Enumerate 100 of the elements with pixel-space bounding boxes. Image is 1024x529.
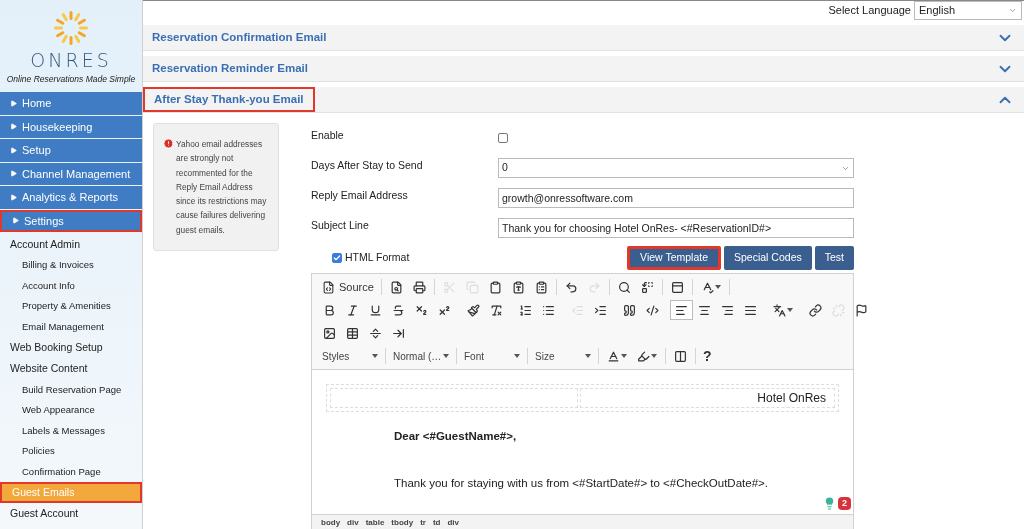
bullet-list-icon	[542, 303, 555, 317]
sidebar-sublink[interactable]: Billing & Invoices	[0, 255, 142, 276]
element-path-item[interactable]: tr	[420, 517, 426, 529]
brush-icon	[467, 303, 480, 317]
sidebar-link[interactable]: Account Admin	[0, 234, 142, 255]
caret-icon	[372, 354, 378, 358]
toolbar-dropdown[interactable]: Font	[460, 346, 524, 366]
sun-logo-icon	[53, 10, 89, 46]
element-path-item[interactable]: table	[365, 517, 385, 529]
replace-icon	[640, 280, 654, 294]
nav-menu-item[interactable]: Housekeeping	[0, 115, 142, 138]
caret-icon	[443, 354, 449, 358]
show-blocks-icon	[674, 349, 687, 363]
help-button[interactable]: ?	[699, 346, 716, 366]
element-path-item[interactable]: body	[321, 517, 341, 529]
language-icon	[773, 303, 786, 317]
flag-icon	[855, 303, 868, 317]
language-label: Select Language	[828, 3, 911, 19]
sidebar-link[interactable]: Website Content	[0, 358, 142, 380]
sidebar-sublink[interactable]: Build Reservation Page	[0, 379, 142, 400]
copy-icon	[465, 280, 479, 294]
toolbar-dropdown[interactable]: Styles	[318, 346, 382, 366]
sidebar-link[interactable]: Web Booking Setup	[0, 337, 142, 359]
align-center-icon	[698, 303, 711, 317]
sidebar-sublink[interactable]: Property & Amenities	[0, 296, 142, 317]
lightbulb-icon	[823, 496, 836, 510]
print-icon	[412, 280, 426, 294]
nav-menu-item[interactable]: Setup	[0, 139, 142, 162]
nav-menu-item[interactable]: Home	[0, 92, 142, 115]
enable-checkbox[interactable]	[498, 133, 508, 143]
bold-icon	[323, 303, 336, 317]
expand-arrow-icon	[10, 123, 17, 131]
sidebar-sublink[interactable]: Web Appearance	[0, 399, 142, 421]
chevron-down-icon	[1008, 6, 1017, 15]
numbered-list-icon	[519, 303, 532, 317]
field-label: Reply Email Address	[311, 188, 409, 204]
sidebar-sublink[interactable]: Account Info	[0, 275, 142, 297]
nav-menu-item[interactable]: Settings	[0, 209, 142, 232]
indent-icon	[594, 303, 607, 317]
toolbar-dropdown[interactable]: Normal (…	[389, 346, 453, 366]
logo-tagline: Online Reservations Made Simple	[6, 73, 136, 86]
days-select[interactable]: 0	[498, 158, 854, 178]
sidebar-sublink[interactable]: Policies	[0, 441, 142, 462]
caret-icon	[621, 354, 627, 358]
accordion-header[interactable]: After Stay Thank-you Email	[143, 87, 1024, 113]
text-input[interactable]: growth@onressoftware.com	[498, 188, 854, 208]
action-button[interactable]: Special Codes	[724, 246, 812, 270]
notice-text: Yahoo email addresses are strongly not recommented for the Reply Email Address since its restrictions may cause failures delivering guest emails.	[176, 138, 268, 237]
caret-icon	[651, 354, 657, 358]
image-icon	[323, 326, 336, 340]
align-left-button[interactable]	[670, 300, 693, 320]
action-button[interactable]: View Template	[627, 246, 721, 270]
background-color-icon	[637, 349, 650, 363]
alert-icon	[163, 138, 174, 149]
nav-menu-item[interactable]: Channel Management	[0, 162, 142, 185]
outdent-icon	[571, 303, 584, 317]
paste-icon	[488, 280, 502, 294]
element-path-item[interactable]: div	[347, 517, 359, 529]
justify-icon	[744, 303, 757, 317]
sidebar-link[interactable]: Guest Account	[0, 503, 142, 525]
caret-icon	[585, 354, 591, 358]
undo-icon	[564, 280, 578, 294]
redo-icon	[587, 280, 601, 294]
sidebar-sublink[interactable]: Confirmation Page	[0, 461, 142, 483]
sidebar-sublink[interactable]: Email Management	[0, 316, 142, 338]
paste-list-icon	[534, 280, 548, 294]
element-path-item[interactable]: div	[447, 517, 460, 529]
accordion-header[interactable]: Reservation Confirmation Email	[143, 25, 1024, 51]
align-left-icon	[675, 303, 688, 317]
caret-icon	[514, 354, 520, 358]
caret-icon	[714, 285, 721, 289]
expand-arrow-icon	[10, 193, 17, 201]
source-button[interactable]: Source	[318, 277, 378, 297]
div-icon	[646, 303, 659, 317]
html-format-checkbox[interactable]: HTML Format	[332, 250, 410, 266]
preview-icon	[389, 280, 403, 294]
horizontal-rule-icon	[369, 326, 382, 340]
section-title: After Stay Thank-you Email	[143, 87, 315, 112]
align-right-icon	[721, 303, 734, 317]
element-path-item[interactable]: td	[432, 517, 441, 529]
sidebar-sublink[interactable]: Labels & Messages	[0, 420, 142, 442]
language-select[interactable]: English	[914, 1, 1022, 20]
nav-menu-item[interactable]: Analytics & Reports	[0, 186, 142, 209]
toolbar-dropdown[interactable]: Size	[531, 346, 595, 366]
italic-icon	[346, 303, 359, 317]
underline-icon	[369, 303, 382, 317]
expand-arrow-icon	[10, 170, 17, 178]
action-button[interactable]: Test	[814, 246, 854, 270]
text-input[interactable]: Thank you for choosing Hotel OnRes- <#ReservationID#>	[498, 218, 854, 238]
element-path-item[interactable]: tbody	[391, 517, 414, 529]
quote-icon	[623, 303, 636, 317]
field-label: Subject Line	[311, 218, 370, 234]
table-icon	[346, 326, 359, 340]
issue-count-badge: 2	[838, 496, 851, 510]
checkmark-icon	[333, 254, 341, 262]
source-code-icon	[322, 280, 335, 294]
expand-arrow-icon	[12, 217, 19, 225]
accordion-header[interactable]: Reservation Reminder Email	[143, 56, 1024, 82]
logo-wordmark: ONRES	[30, 50, 112, 70]
link-icon	[809, 303, 822, 317]
